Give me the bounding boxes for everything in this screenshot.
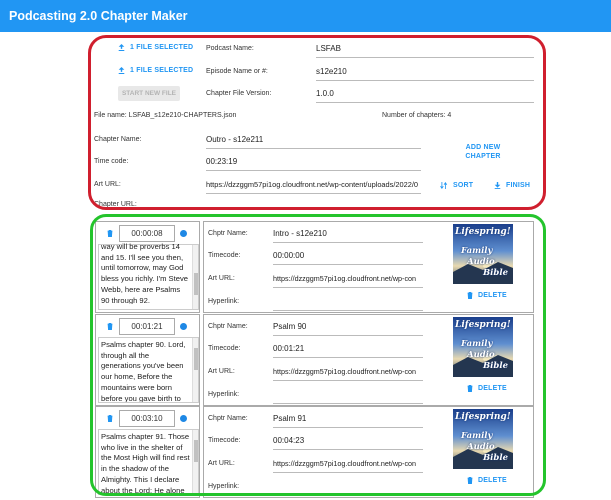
app-bar: Podcasting 2.0 Chapter Maker: [0, 0, 611, 32]
chapter-list-highlight: [90, 214, 546, 496]
app-title: Podcasting 2.0 Chapter Maker: [9, 9, 188, 23]
top-form-highlight: [88, 35, 546, 210]
